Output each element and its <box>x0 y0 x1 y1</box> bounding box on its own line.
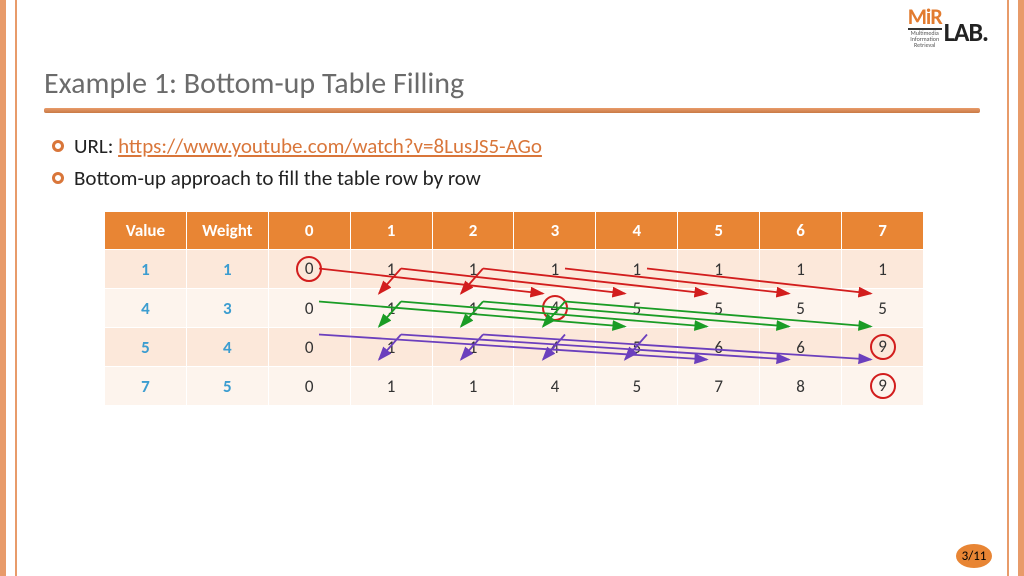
border-accent-left <box>15 0 17 576</box>
circled-value: 0 <box>296 256 322 282</box>
cell-dp: 5 <box>596 328 678 367</box>
border-accent-right <box>1007 0 1009 576</box>
slide: MiR Multimedia Information Retrieval LAB… <box>0 0 1024 576</box>
cell-value: 4 <box>105 289 187 328</box>
col-header: 0 <box>268 212 350 250</box>
logo: MiR Multimedia Information Retrieval LAB… <box>908 6 988 48</box>
col-header: 7 <box>842 212 924 250</box>
cell-weight: 1 <box>186 250 268 289</box>
cell-dp: 1 <box>432 328 514 367</box>
bullet-approach: Bottom-up approach to fill the table row… <box>52 165 980 191</box>
bullet-list: URL: https://www.youtube.com/watch?v=8Lu… <box>44 133 980 191</box>
page-number: 3/11 <box>956 544 992 568</box>
title-underline <box>44 108 980 113</box>
bullet-approach-text: Bottom-up approach to fill the table row… <box>74 165 481 191</box>
youtube-link[interactable]: https://www.youtube.com/watch?v=8LusJS5-… <box>118 133 542 159</box>
table-row: 7501145789 <box>105 367 924 406</box>
cell-weight: 5 <box>186 367 268 406</box>
cell-dp: 0 <box>268 250 350 289</box>
cell-dp: 5 <box>678 289 760 328</box>
cell-dp: 4 <box>514 367 596 406</box>
cell-dp: 1 <box>432 289 514 328</box>
logo-brand: MiR <box>908 6 942 30</box>
cell-value: 1 <box>105 250 187 289</box>
logo-lab: LAB. <box>944 16 988 48</box>
cell-dp: 6 <box>760 328 842 367</box>
cell-dp: 7 <box>678 367 760 406</box>
col-header: 1 <box>350 212 432 250</box>
cell-dp: 5 <box>596 367 678 406</box>
cell-dp: 1 <box>678 250 760 289</box>
cell-dp: 1 <box>760 250 842 289</box>
cell-value: 5 <box>105 328 187 367</box>
table-row: 1101111111 <box>105 250 924 289</box>
cell-dp: 4 <box>514 328 596 367</box>
cell-dp: 9 <box>842 328 924 367</box>
cell-dp: 1 <box>432 367 514 406</box>
bullet-url-prefix: URL: <box>74 133 118 159</box>
logo-sub3: Retrieval <box>914 42 935 48</box>
cell-weight: 4 <box>186 328 268 367</box>
cell-dp: 0 <box>268 328 350 367</box>
cell-dp: 0 <box>268 367 350 406</box>
col-header: 5 <box>678 212 760 250</box>
cell-dp: 1 <box>514 250 596 289</box>
circled-value: 4 <box>542 295 568 321</box>
cell-dp: 5 <box>596 289 678 328</box>
bullet-icon <box>52 172 64 184</box>
cell-dp: 1 <box>350 328 432 367</box>
cell-dp: 5 <box>842 289 924 328</box>
cell-dp: 6 <box>678 328 760 367</box>
circled-value: 9 <box>870 373 896 399</box>
circled-value: 9 <box>870 334 896 360</box>
dp-table-wrap: ValueWeight01234567 11011111114301145555… <box>104 211 924 406</box>
cell-dp: 1 <box>432 250 514 289</box>
cell-dp: 1 <box>350 367 432 406</box>
col-header: Value <box>105 212 187 250</box>
col-header: 2 <box>432 212 514 250</box>
col-header: 6 <box>760 212 842 250</box>
cell-dp: 9 <box>842 367 924 406</box>
col-header: 4 <box>596 212 678 250</box>
cell-dp: 1 <box>350 289 432 328</box>
cell-dp: 0 <box>268 289 350 328</box>
bullet-url: URL: https://www.youtube.com/watch?v=8Lu… <box>52 133 980 159</box>
cell-value: 7 <box>105 367 187 406</box>
cell-dp: 4 <box>514 289 596 328</box>
table-row: 5401145669 <box>105 328 924 367</box>
page-total: 11 <box>973 549 986 564</box>
col-header: 3 <box>514 212 596 250</box>
dp-table: ValueWeight01234567 11011111114301145555… <box>104 211 924 406</box>
cell-dp: 1 <box>350 250 432 289</box>
cell-dp: 8 <box>760 367 842 406</box>
cell-dp: 1 <box>596 250 678 289</box>
cell-dp: 5 <box>760 289 842 328</box>
cell-weight: 3 <box>186 289 268 328</box>
table-row: 4301145555 <box>105 289 924 328</box>
bullet-icon <box>52 140 64 152</box>
cell-dp: 1 <box>842 250 924 289</box>
slide-title: Example 1: Bottom-up Table Filling <box>44 65 980 102</box>
col-header: Weight <box>186 212 268 250</box>
